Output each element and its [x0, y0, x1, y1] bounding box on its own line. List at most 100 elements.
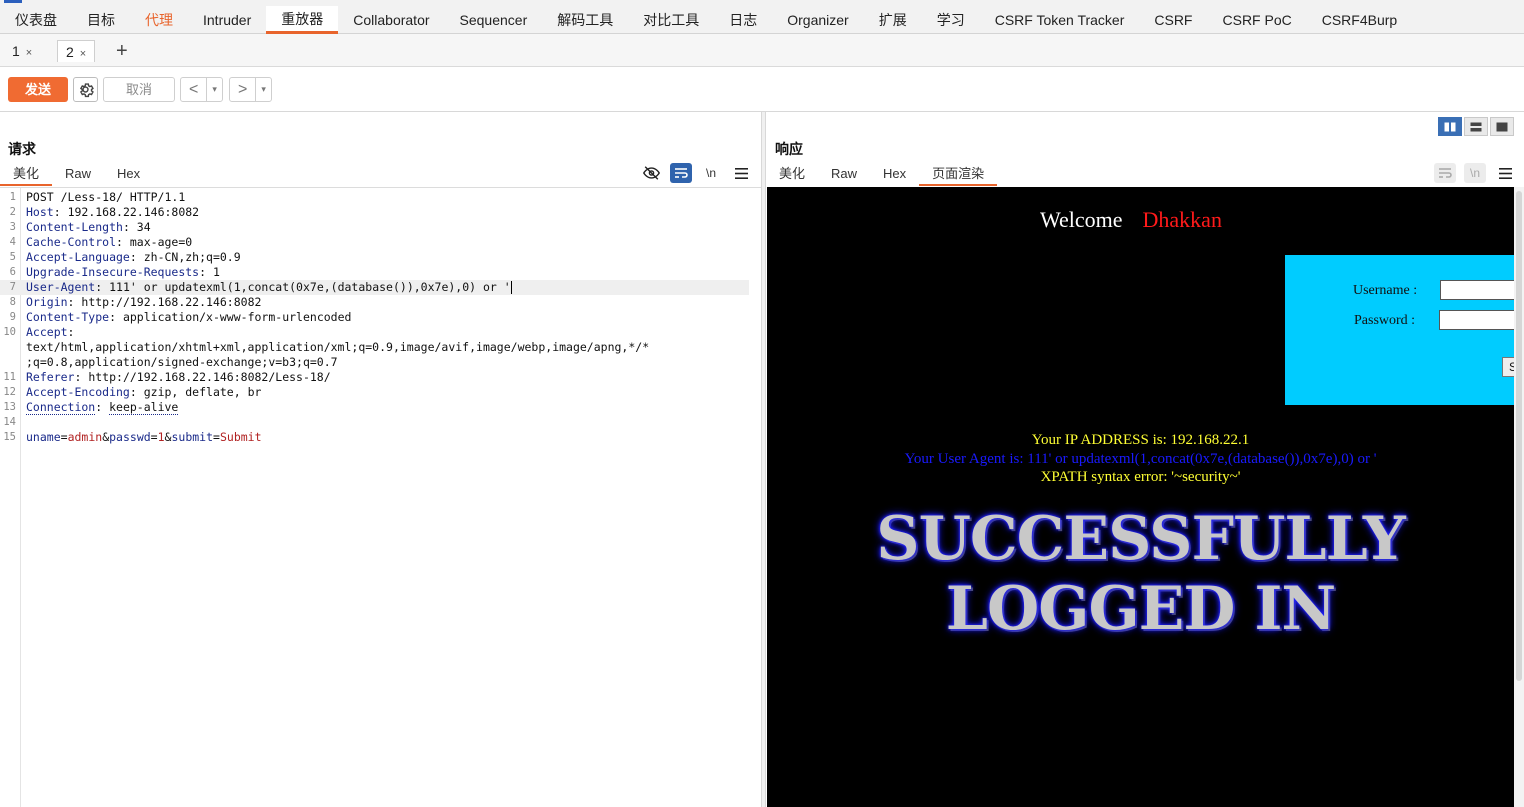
- menu-item[interactable]: 对比工具: [628, 6, 714, 34]
- menu-item[interactable]: 学习: [922, 6, 980, 34]
- header-value: keep-alive: [109, 400, 179, 415]
- request-line: 8 Origin: http://192.168.22.146:8082: [0, 295, 760, 310]
- newline-toggle-icon[interactable]: \n: [700, 163, 722, 183]
- menu-item[interactable]: CSRF: [1139, 6, 1207, 34]
- line-text: POST /Less-18/ HTTP/1.1: [26, 190, 186, 204]
- param-key: submit: [171, 430, 214, 444]
- username-input[interactable]: [1440, 280, 1514, 300]
- chevron-left-icon: <: [189, 80, 199, 98]
- username-label: Username :: [1353, 283, 1418, 298]
- send-button[interactable]: 发送: [8, 77, 68, 102]
- line-number: 12: [3, 386, 16, 398]
- request-line: 10 Accept:: [0, 325, 760, 340]
- forward-button[interactable]: > ▾: [229, 77, 272, 102]
- request-view-tab[interactable]: Hex: [104, 162, 153, 186]
- chevron-down-icon[interactable]: ▾: [206, 78, 222, 101]
- settings-gear-icon[interactable]: [73, 77, 98, 102]
- password-input[interactable]: [1439, 310, 1514, 330]
- eye-off-icon[interactable]: [640, 163, 662, 183]
- success-banner-line-1: SUCCESSFULLY: [876, 504, 1406, 574]
- menu-item[interactable]: Organizer: [772, 6, 863, 34]
- newline-toggle-icon[interactable]: \n: [1464, 163, 1486, 183]
- request-view-tab[interactable]: 美化: [0, 162, 53, 186]
- scrollbar-thumb[interactable]: [1516, 191, 1522, 681]
- line-text: Cache-Control: max-age=0: [26, 235, 192, 250]
- line-text: uname=admin&passwd=1&submit=Submit: [26, 430, 262, 445]
- menu-item[interactable]: Collaborator: [338, 6, 444, 34]
- panel-splitter[interactable]: [761, 112, 766, 807]
- wrap-lines-icon[interactable]: [670, 163, 692, 183]
- request-editor[interactable]: 1 POST /Less-18/ HTTP/1.1 2 Host: 192.168.2…: [0, 187, 761, 807]
- menu-item[interactable]: 解码工具: [542, 6, 628, 34]
- repeater-tab-2[interactable]: 2 ×: [57, 40, 96, 62]
- header-separator: :: [109, 310, 123, 324]
- line-number: 1: [9, 191, 16, 203]
- menu-item[interactable]: 扩展: [864, 6, 922, 34]
- menu-item[interactable]: 目标: [72, 6, 130, 34]
- close-icon[interactable]: ×: [26, 47, 32, 59]
- request-line: 7 User-Agent: 111' or updatexml(1,concat(…: [0, 280, 749, 295]
- request-line: 4 Cache-Control: max-age=0: [0, 235, 760, 250]
- response-view-tab[interactable]: Raw: [818, 162, 870, 186]
- response-view-tab[interactable]: Hex: [870, 162, 919, 186]
- line-text: Content-Length: 34: [26, 220, 151, 235]
- request-panel-title: 请求: [8, 141, 36, 157]
- layout-rows-icon[interactable]: [1464, 117, 1488, 136]
- add-tab-icon[interactable]: +: [116, 40, 128, 62]
- back-button[interactable]: < ▾: [180, 77, 223, 102]
- header-value: 34: [136, 220, 151, 234]
- line-text: ;q=0.8,application/signed-exchange;v=b3;…: [26, 355, 338, 369]
- line-text: Origin: http://192.168.22.146:8082: [26, 295, 261, 310]
- menu-item[interactable]: Intruder: [188, 6, 266, 34]
- line-text: Content-Type: application/x-www-form-url…: [26, 310, 351, 325]
- menu-item[interactable]: 代理: [130, 6, 188, 34]
- header-value: 111' or updatexml(1,concat(0x7e,(databas…: [109, 280, 511, 294]
- menu-item[interactable]: Sequencer: [445, 6, 543, 34]
- repeater-tab-label: 2: [66, 44, 74, 60]
- menu-item[interactable]: CSRF Token Tracker: [980, 6, 1140, 34]
- submit-button[interactable]: S: [1502, 357, 1514, 377]
- request-line: 1 POST /Less-18/ HTTP/1.1: [0, 190, 760, 205]
- line-number: 13: [3, 401, 16, 413]
- menu-item[interactable]: CSRF PoC: [1208, 6, 1307, 34]
- hamburger-menu-icon[interactable]: [730, 163, 752, 183]
- request-line: 13 Connection: keep-alive: [0, 400, 760, 415]
- param-key: passwd: [109, 430, 151, 444]
- menu-item[interactable]: CSRF4Burp: [1307, 6, 1412, 34]
- request-line: 6 Upgrade-Insecure-Requests: 1: [0, 265, 760, 280]
- line-text: Host: 192.168.22.146:8082: [26, 205, 199, 220]
- line-text: Referer: http://192.168.22.146:8082/Less…: [26, 370, 331, 385]
- wrap-lines-icon[interactable]: [1434, 163, 1456, 183]
- repeater-tab-1[interactable]: 1 ×: [4, 40, 40, 62]
- cancel-button[interactable]: 取消: [103, 77, 175, 102]
- user-agent-line: Your User Agent is: 111' or updatexml(1,…: [904, 451, 1377, 467]
- header-name: Accept-Language: [26, 250, 130, 264]
- hamburger-menu-icon[interactable]: [1494, 163, 1516, 183]
- response-view-tab[interactable]: 美化: [766, 162, 818, 186]
- request-line: text/html,application/xhtml+xml,applicat…: [0, 340, 760, 355]
- header-name: User-Agent: [26, 280, 96, 294]
- menu-item[interactable]: 仪表盘: [0, 6, 72, 34]
- param-value: admin: [67, 430, 103, 444]
- header-separator: :: [74, 370, 89, 384]
- header-name: Content-Type: [26, 310, 110, 324]
- header-name: Origin: [26, 295, 68, 309]
- chevron-down-icon[interactable]: ▾: [255, 78, 271, 101]
- close-icon[interactable]: ×: [80, 48, 86, 60]
- request-line: 2 Host: 192.168.22.146:8082: [0, 205, 760, 220]
- menu-item[interactable]: 日志: [714, 6, 772, 34]
- request-editor-tools: \n: [632, 163, 752, 183]
- line-number: 6: [9, 266, 16, 278]
- menu-item[interactable]: 重放器: [266, 6, 339, 34]
- request-view-tab[interactable]: Raw: [52, 162, 104, 186]
- header-value: zh-CN,zh;q=0.9: [143, 250, 241, 264]
- header-name: Accept-Encoding: [26, 385, 130, 399]
- line-text: Accept-Encoding: gzip, deflate, br: [26, 385, 261, 400]
- param-equals: =: [213, 430, 220, 444]
- response-scrollbar[interactable]: [1514, 187, 1524, 807]
- layout-columns-icon[interactable]: [1438, 117, 1462, 136]
- window-top-edge: [0, 0, 1524, 3]
- layout-single-icon[interactable]: [1490, 117, 1514, 136]
- param-equals: =: [60, 430, 68, 444]
- response-view-tab[interactable]: 页面渲染: [919, 162, 998, 186]
